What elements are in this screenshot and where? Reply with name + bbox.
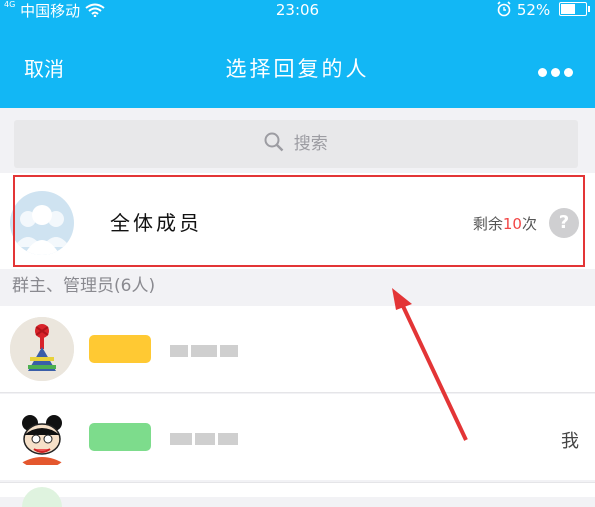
avatar (22, 487, 62, 507)
me-label: 我 (561, 431, 579, 452)
battery-icon (559, 2, 590, 16)
battery-percent: 52% (516, 1, 551, 19)
battery-fill (561, 4, 575, 14)
alarm-icon (497, 1, 511, 17)
member-row[interactable] (0, 482, 595, 507)
member-name (170, 428, 246, 448)
page-title: 选择回复的人 (225, 57, 370, 81)
status-right: 52% (496, 1, 590, 19)
avatar (10, 317, 74, 381)
section-admins-label: 群主、管理员(6人) (12, 276, 156, 296)
search-placeholder: 搜索 (293, 134, 328, 154)
title-bar: 4G 中国移动 23:06 52% 取消 选择回复的人 (0, 0, 595, 108)
divider (0, 392, 595, 393)
status-bar: 4G 中国移动 23:06 52% (0, 0, 595, 24)
search-input[interactable]: 搜索 (14, 120, 578, 168)
more-dots-icon[interactable] (534, 62, 573, 77)
highlight-box (13, 175, 585, 267)
member-badge (89, 423, 151, 451)
member-name (170, 340, 246, 360)
search-icon (264, 132, 284, 152)
member-badge (89, 335, 151, 363)
nav-bar: 取消 选择回复的人 (0, 40, 595, 96)
avatar (10, 405, 74, 469)
member-row[interactable] (0, 306, 595, 392)
member-row[interactable]: 我 (0, 394, 595, 480)
